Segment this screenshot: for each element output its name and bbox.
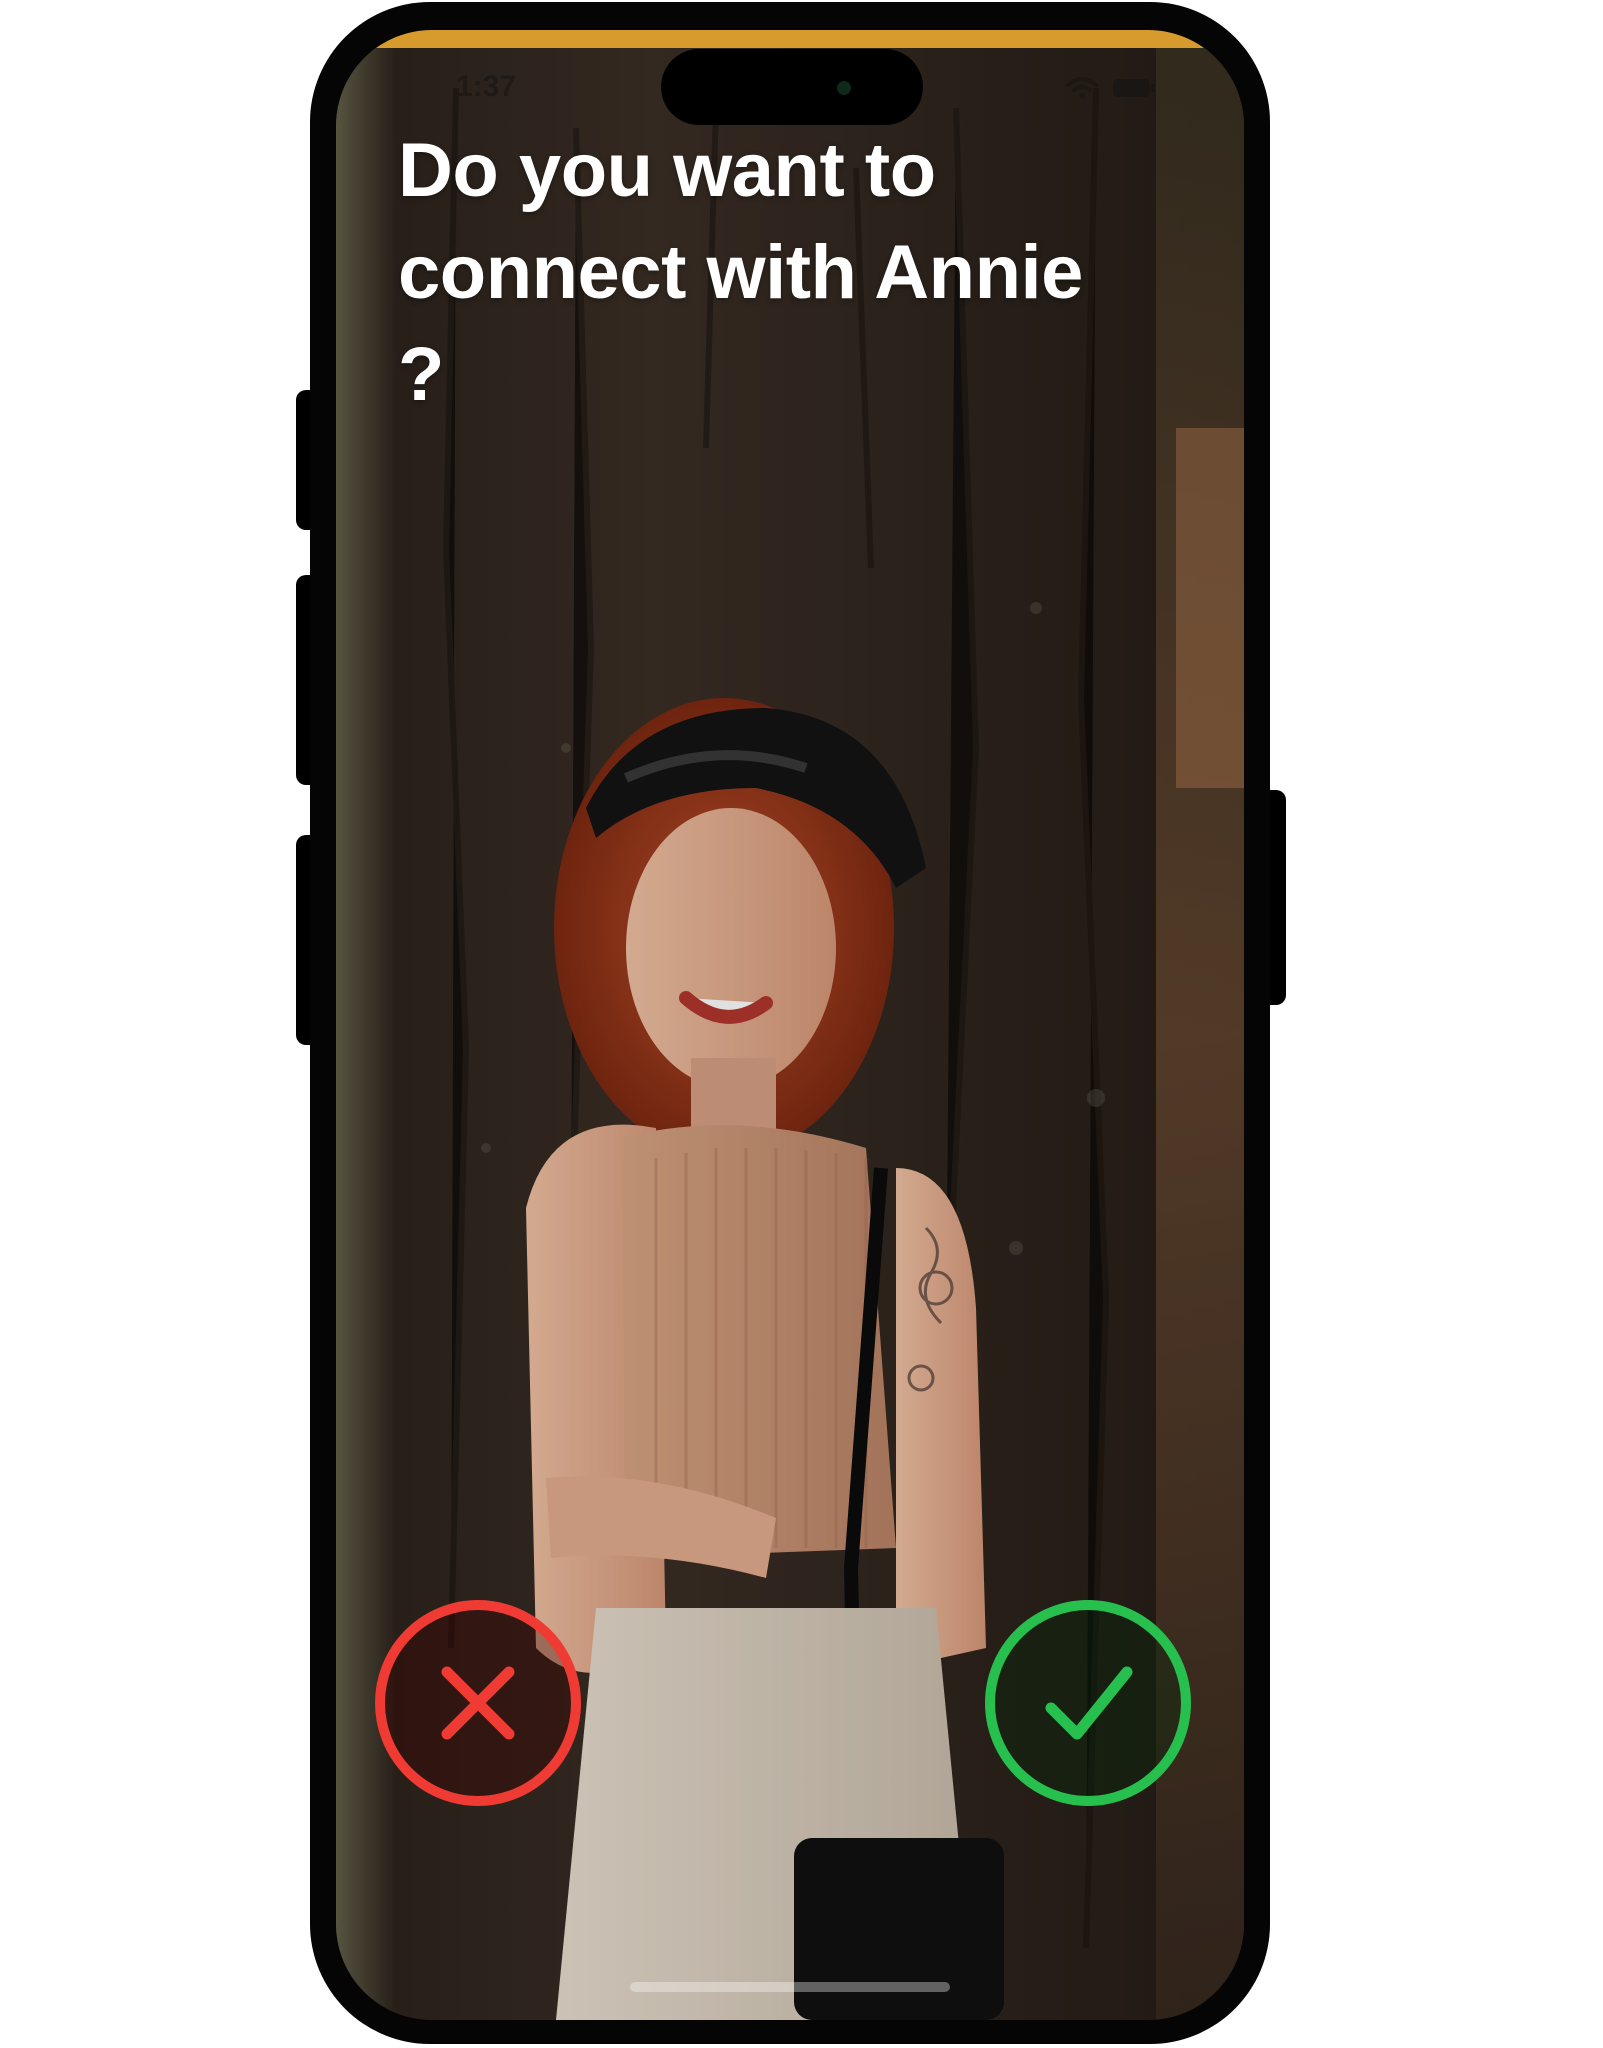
wifi-icon [1066,77,1098,99]
battery-icon [1113,79,1155,97]
accept-button[interactable] [985,1600,1191,1806]
dynamic-island [661,49,923,125]
connect-prompt-title: Do you want to connect with Annie ? [398,128,1083,417]
home-indicator[interactable] [630,1982,950,1992]
checkmark-icon [1045,1666,1133,1740]
status-time: 1:37 [456,70,517,103]
front-camera [837,81,851,95]
status-icons [1066,76,1156,100]
decline-button[interactable] [375,1600,581,1806]
mockup-stage: 1:37 Do you want to connect with Annie ? [0,0,1603,2048]
close-icon [441,1666,515,1740]
phone-screen: 1:37 Do you want to connect with Annie ? [336,30,1244,2020]
